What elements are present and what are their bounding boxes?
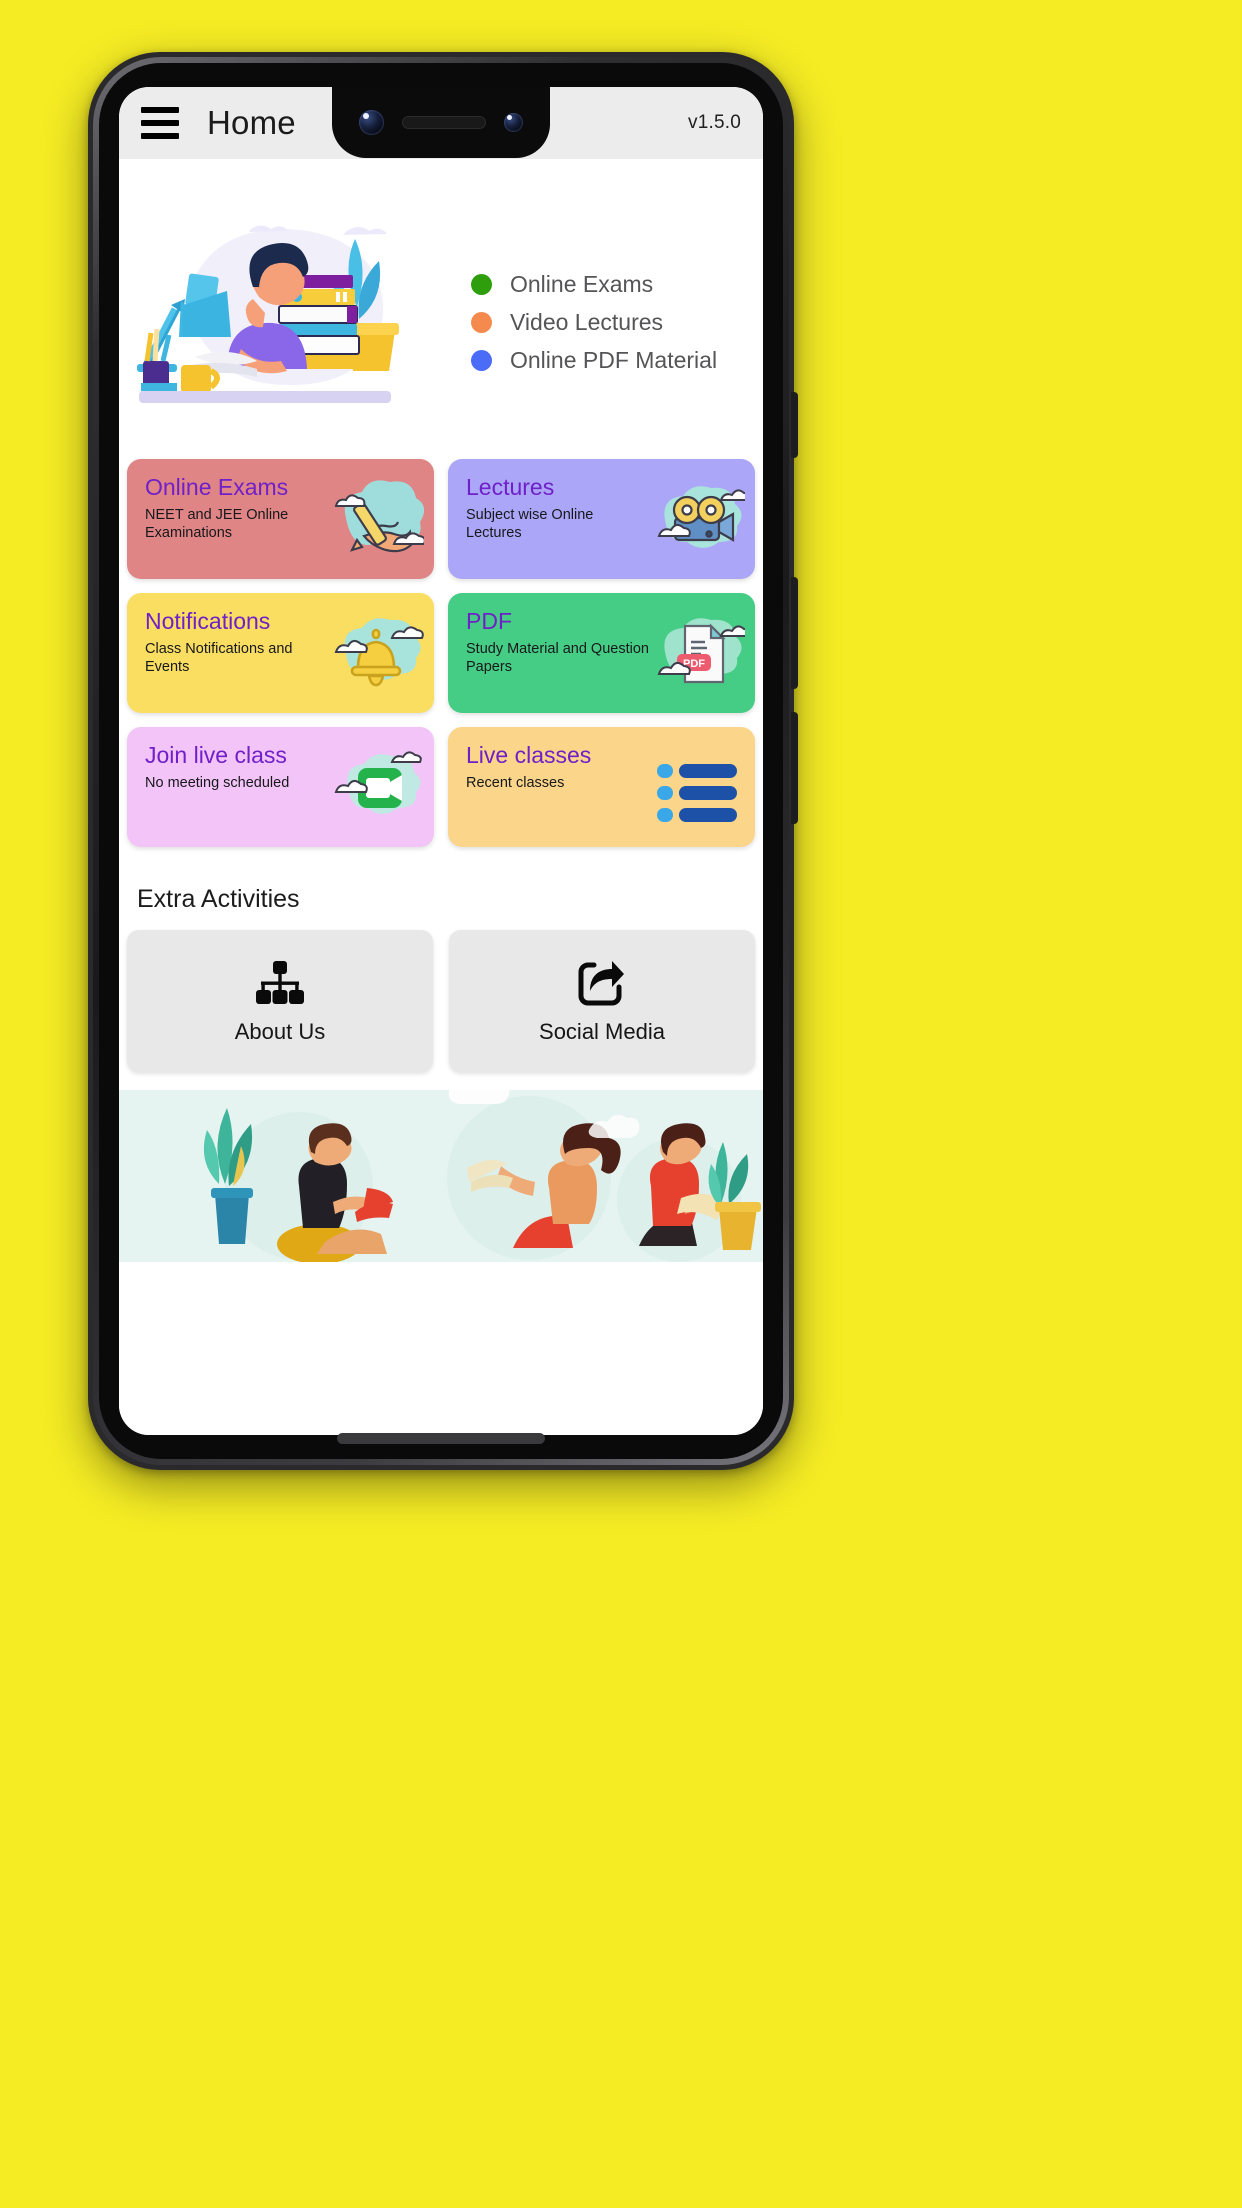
tile-social-media[interactable]: Social Media [449,930,755,1072]
bell-icon [334,618,424,687]
legend-label: Online Exams [510,271,654,297]
card-subtitle: Recent classes [466,774,565,791]
hamburger-menu-icon[interactable] [141,107,179,139]
card-text-block: Lectures Subject wise Online Lectures [466,474,641,542]
screenshot-canvas: Home v1.5.0 Online Exams Video Lectures … [0,0,1242,2208]
sitemap-icon [256,961,304,1004]
card-subtitle: Study Material and Question Papers [466,640,649,676]
people-reading-books-illustration [119,1090,763,1262]
legend-dot-online-exams [471,274,492,295]
card-subtitle: Subject wise Online Lectures [466,506,594,542]
film-projector-icon [657,486,745,548]
legend-dot-online-pdf-material [471,350,492,371]
hero-section: Online Exams Video Lectures Online PDF M… [119,159,763,459]
card-text-block: PDF Study Material and Question Papers [466,608,656,676]
card-online-exams[interactable]: Online Exams NEET and JEE Online Examina… [127,459,434,579]
tile-label: Social Media [539,1019,665,1044]
card-lectures[interactable]: Lectures Subject wise Online Lectures [448,459,755,579]
phone-volume-down-button[interactable] [791,712,798,824]
card-pdf[interactable]: PDF Study Material and Question Papers P… [448,593,755,713]
feature-card-row: Join live class No meeting scheduled Liv… [127,727,755,847]
home-indicator-bar[interactable] [337,1433,545,1444]
card-subtitle: No meeting scheduled [145,774,290,791]
legend-item: Video Lectures [471,309,717,336]
hero-legend: Online Exams Video Lectures Online PDF M… [471,271,717,385]
card-text-block: Online Exams NEET and JEE Online Examina… [145,474,320,542]
card-text-block: Notifications Class Notifications and Ev… [145,608,320,676]
card-subtitle: NEET and JEE Online Examinations [145,506,289,542]
app-version-label: v1.5.0 [688,112,741,133]
phone-side-button-top[interactable] [791,392,798,458]
feature-card-row: Notifications Class Notifications and Ev… [127,593,755,713]
legend-label: Video Lectures [510,309,664,335]
card-text-block: Live classes Recent classes [466,742,592,792]
extra-activities-tiles: About Us Social Media [119,930,763,1072]
camera-notch [332,87,550,158]
card-title: Lectures [466,474,555,500]
front-camera-icon [359,109,384,135]
tile-about-us[interactable]: About Us [127,930,433,1072]
card-text-block: Join live class No meeting scheduled [145,742,290,792]
phone-screen: Home v1.5.0 Online Exams Video Lectures … [119,87,763,1435]
card-subtitle: Class Notifications and Events [145,640,293,676]
card-live-classes[interactable]: Live classes Recent classes [448,727,755,847]
legend-label: Online PDF Material [510,347,718,373]
main-content: Online Exams Video Lectures Online PDF M… [119,159,763,1435]
feature-card-grid: Online Exams NEET and JEE Online Examina… [119,459,763,847]
phone-mockup: Home v1.5.0 Online Exams Video Lectures … [88,52,798,1470]
earpiece-speaker [402,115,486,129]
legend-dot-video-lectures [471,312,492,333]
tile-label: About Us [234,1019,326,1044]
card-title: PDF [466,608,512,634]
card-title: Join live class [145,742,287,768]
card-title: Live classes [466,742,592,768]
section-title-extra-activities: Extra Activities [137,885,300,913]
card-notifications[interactable]: Notifications Class Notifications and Ev… [127,593,434,713]
list-icon [657,764,737,822]
card-join-live-class[interactable]: Join live class No meeting scheduled [127,727,434,847]
share-icon [578,961,624,1006]
hand-writing-pencil-icon [334,480,424,553]
page-title: Home [207,104,296,141]
feature-card-row: Online Exams NEET and JEE Online Examina… [127,459,755,579]
footer-illustration-wrap [119,1090,763,1262]
video-camera-icon [334,751,422,814]
pdf-document-icon: PDF [657,618,745,684]
card-title: Notifications [145,608,271,634]
secondary-camera-icon [504,112,523,132]
legend-item: Online PDF Material [471,347,717,374]
legend-item: Online Exams [471,271,717,298]
phone-volume-up-button[interactable] [791,577,798,689]
student-studying-at-desk-illustration [137,225,399,403]
card-title: Online Exams [145,474,289,500]
